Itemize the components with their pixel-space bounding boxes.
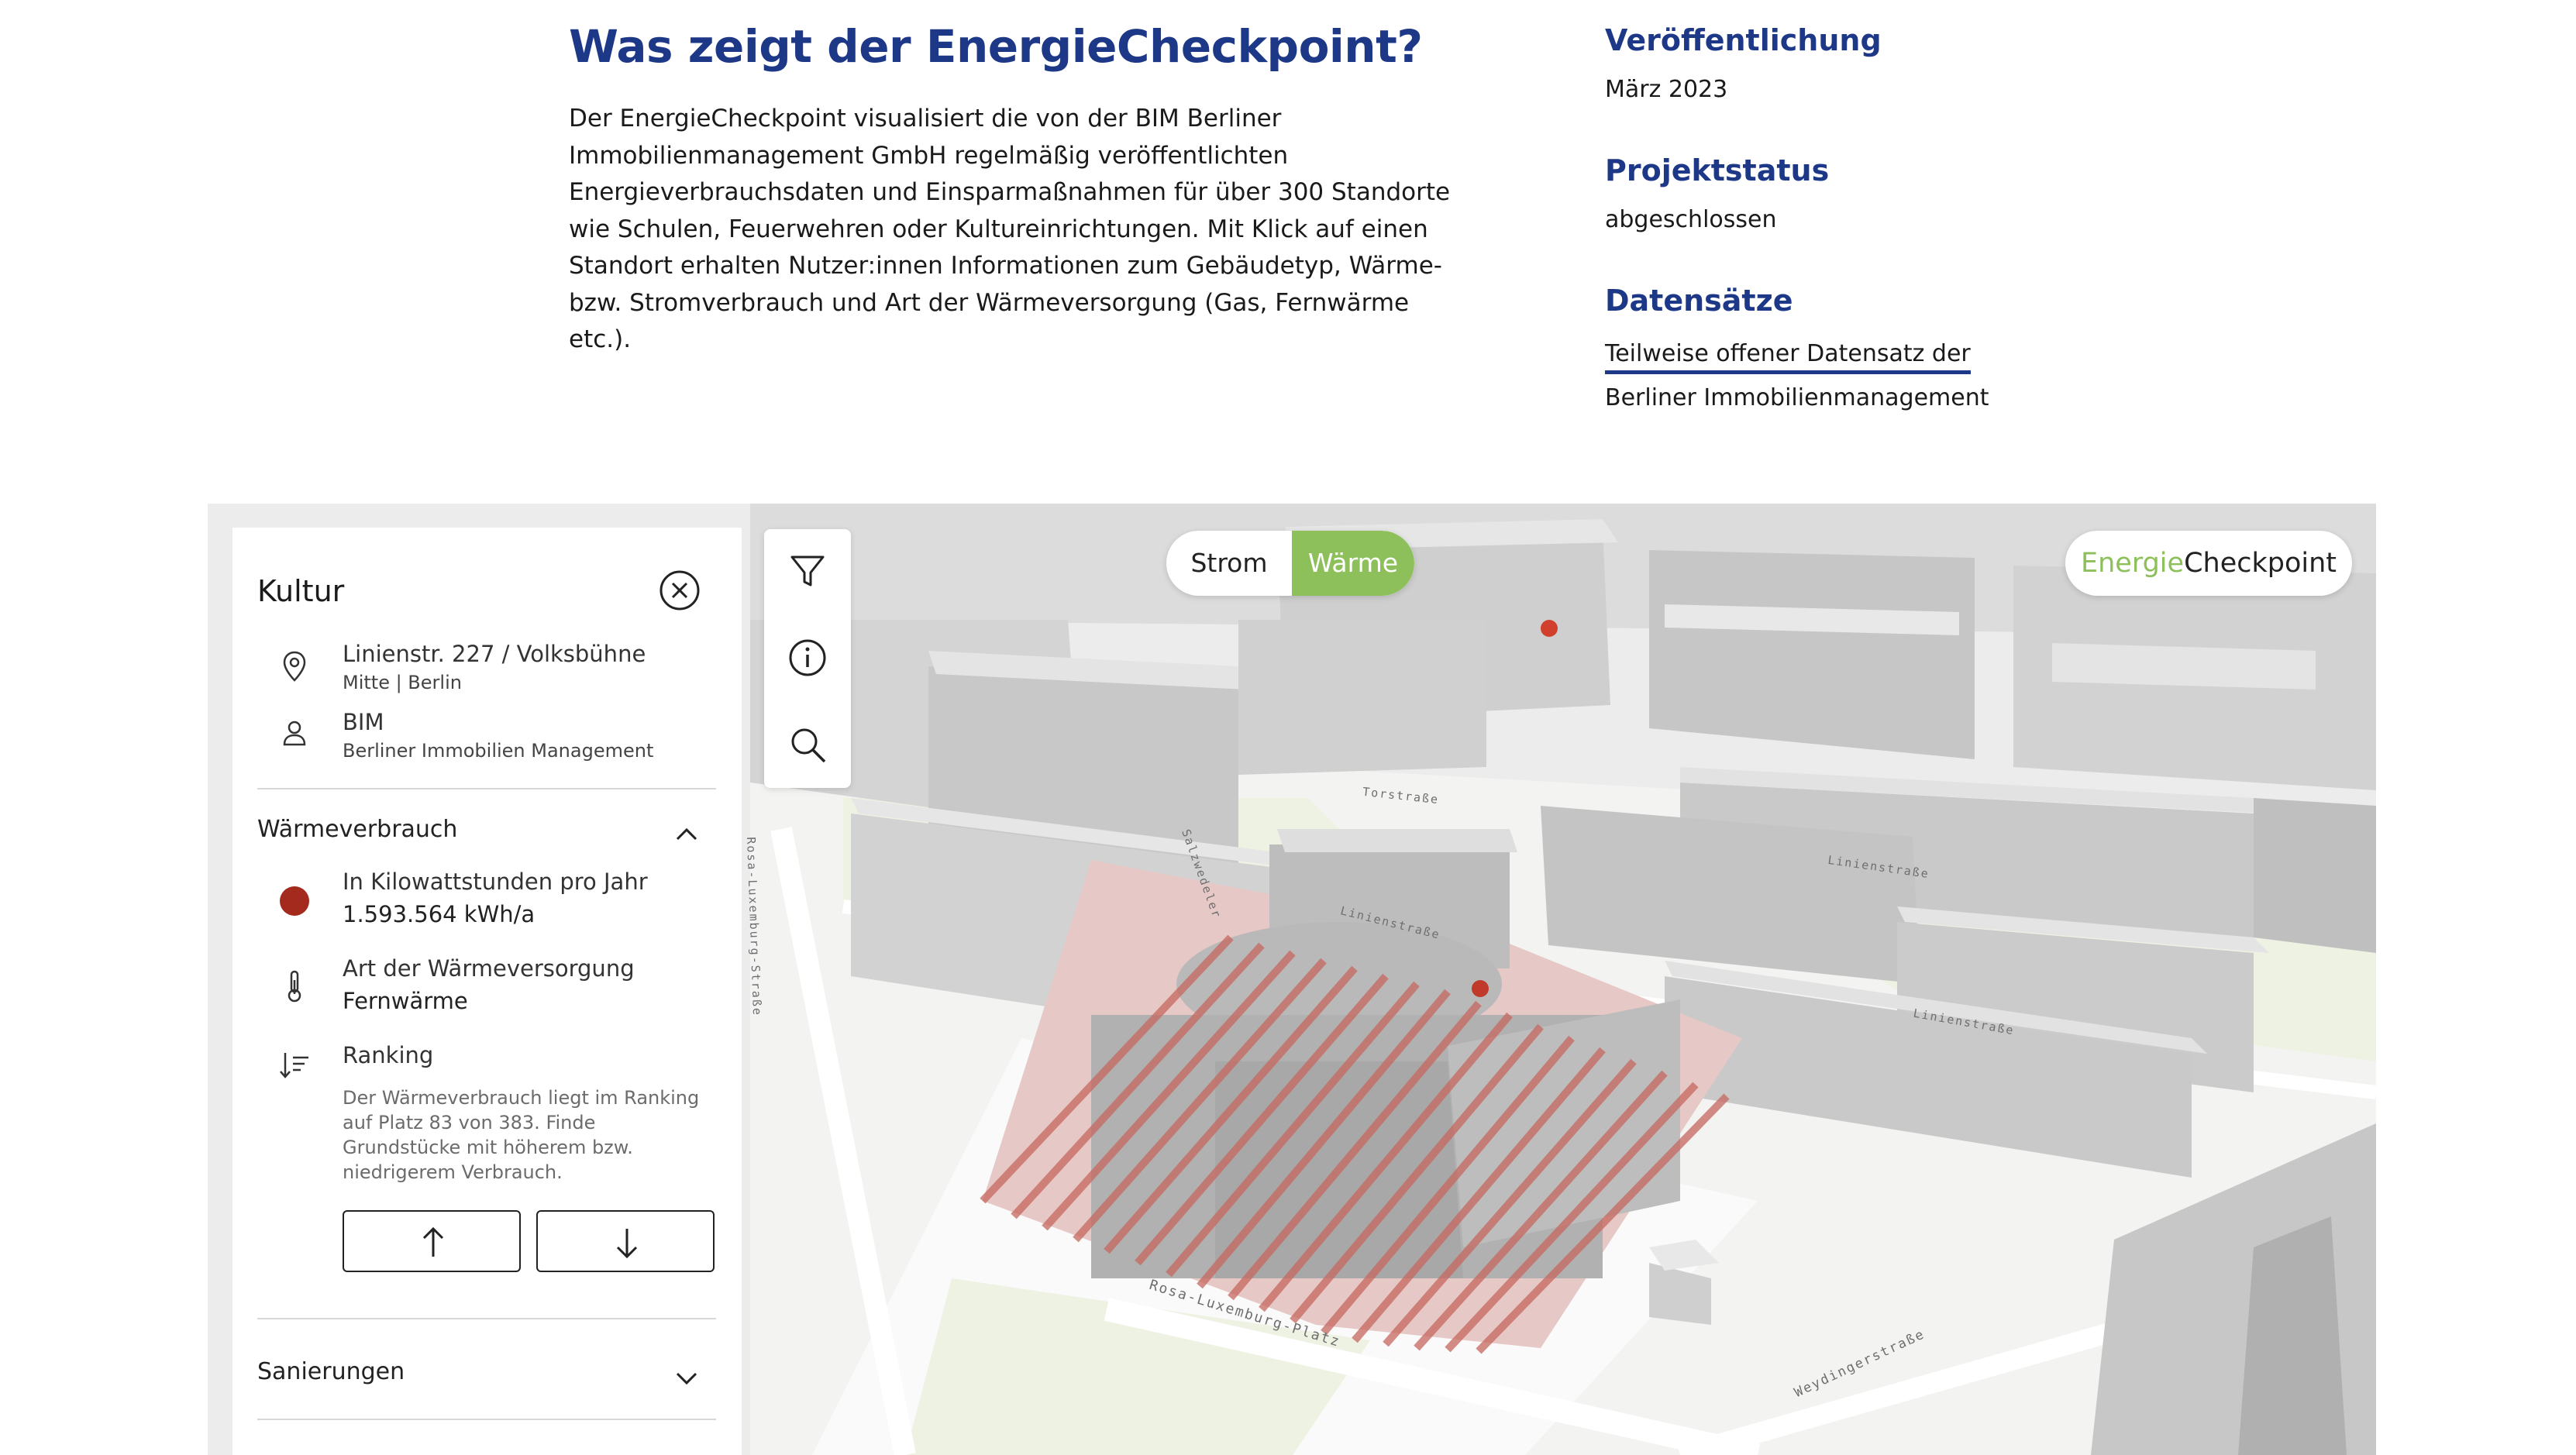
chevron-down-icon[interactable]	[673, 1369, 701, 1388]
filter-icon[interactable]	[786, 549, 829, 593]
brand-part1: Energie	[2080, 548, 2185, 579]
status-value: abgeschlossen	[1605, 206, 1777, 233]
search-icon[interactable]	[786, 723, 829, 766]
rank-higher-button[interactable]	[343, 1210, 521, 1272]
datasets-link-line2[interactable]: Berliner Immobilienmanagement	[1605, 384, 1989, 411]
publication-label: Veröffentlichung	[1605, 23, 1882, 57]
thermometer-icon	[288, 970, 301, 1003]
divider	[257, 1318, 716, 1319]
consumption-dot-icon	[280, 886, 309, 916]
rank-lower-button[interactable]	[536, 1210, 715, 1272]
location-pin-icon	[283, 651, 306, 682]
supply-label: Art der Wärmeversorgung	[343, 955, 635, 982]
renovation-section-header[interactable]: Sanierungen	[257, 1358, 405, 1385]
chevron-up-icon[interactable]	[673, 825, 701, 844]
address-sub: Mitte | Berlin	[343, 672, 462, 693]
location-info-panel: Kultur Linienstr. 227 / Volksbühne Mitte…	[232, 528, 742, 1455]
toggle-strom[interactable]: Strom	[1166, 531, 1292, 596]
ranking-label: Ranking	[343, 1042, 434, 1068]
divider	[257, 788, 716, 789]
divider	[257, 1419, 716, 1420]
status-label: Projektstatus	[1605, 153, 1830, 187]
address-main: Linienstr. 227 / Volksbühne	[343, 641, 646, 667]
datasets-link[interactable]: Teilweise offener Datensatz der Berliner…	[1605, 332, 2039, 420]
user-icon	[283, 721, 306, 746]
map-location-marker[interactable]	[1541, 620, 1558, 637]
supply-value: Fernwärme	[343, 988, 468, 1014]
brand-part2: Checkpoint	[2184, 548, 2337, 579]
map-toolbar	[764, 529, 851, 788]
consumption-value: 1.593.564 kWh/a	[343, 901, 536, 927]
sort-ranking-icon	[280, 1053, 308, 1078]
heat-section-header[interactable]: Wärmeverbrauch	[257, 816, 457, 843]
consumption-label: In Kilowattstunden pro Jahr	[343, 869, 648, 895]
toggle-waerme[interactable]: Wärme	[1292, 531, 1414, 596]
datasets-link-line1[interactable]: Teilweise offener Datensatz der	[1605, 340, 1971, 374]
page-title: Was zeigt der EnergieCheckpoint?	[569, 20, 1423, 73]
info-icon[interactable]	[786, 636, 829, 679]
publication-value: März 2023	[1605, 76, 1728, 103]
owner-main: BIM	[343, 709, 384, 735]
panel-title: Kultur	[257, 574, 345, 608]
energy-type-toggle[interactable]: Strom Wärme	[1166, 531, 1414, 596]
owner-sub: Berliner Immobilien Management	[343, 740, 654, 762]
arrow-up-icon	[422, 1226, 444, 1257]
datasets-label: Datensätze	[1605, 284, 1793, 318]
intro-text: Der EnergieCheckpoint visualisiert die v…	[569, 105, 1451, 353]
arrow-down-icon	[616, 1229, 638, 1259]
close-icon[interactable]	[659, 569, 701, 611]
map-location-marker[interactable]	[1472, 980, 1489, 997]
ranking-text: Der Wärmeverbrauch liegt im Ranking auf …	[343, 1087, 700, 1183]
brand-badge: EnergieCheckpoint	[2065, 531, 2352, 596]
